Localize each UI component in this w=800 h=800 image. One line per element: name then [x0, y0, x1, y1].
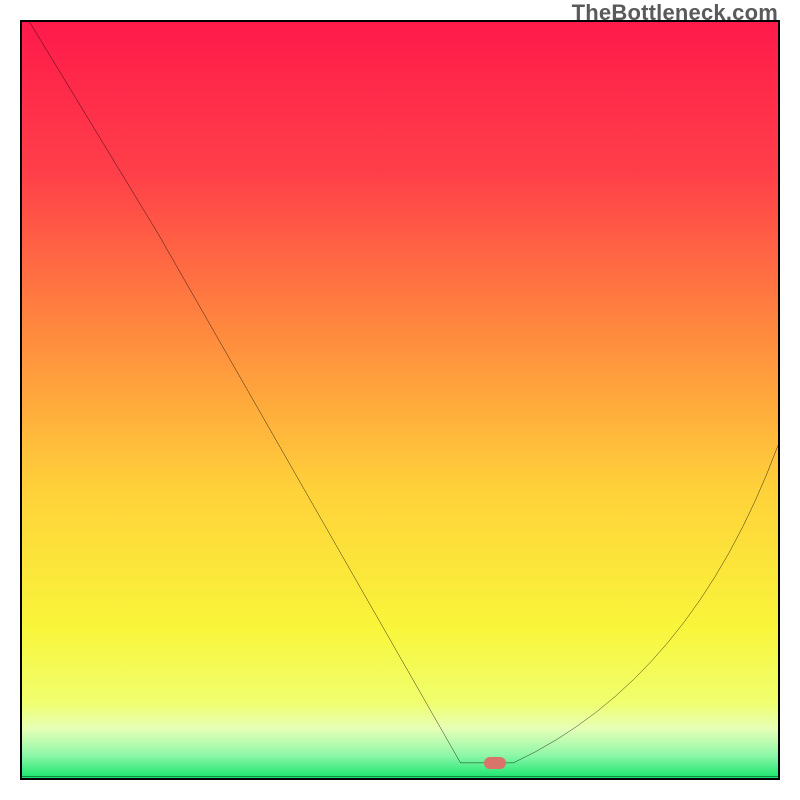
- bottleneck-chart: TheBottleneck.com: [0, 0, 800, 800]
- optimal-point-marker: [484, 757, 506, 769]
- bottleneck-curve-line: [30, 22, 778, 763]
- plot-area: [20, 20, 780, 780]
- curve-layer: [22, 22, 778, 778]
